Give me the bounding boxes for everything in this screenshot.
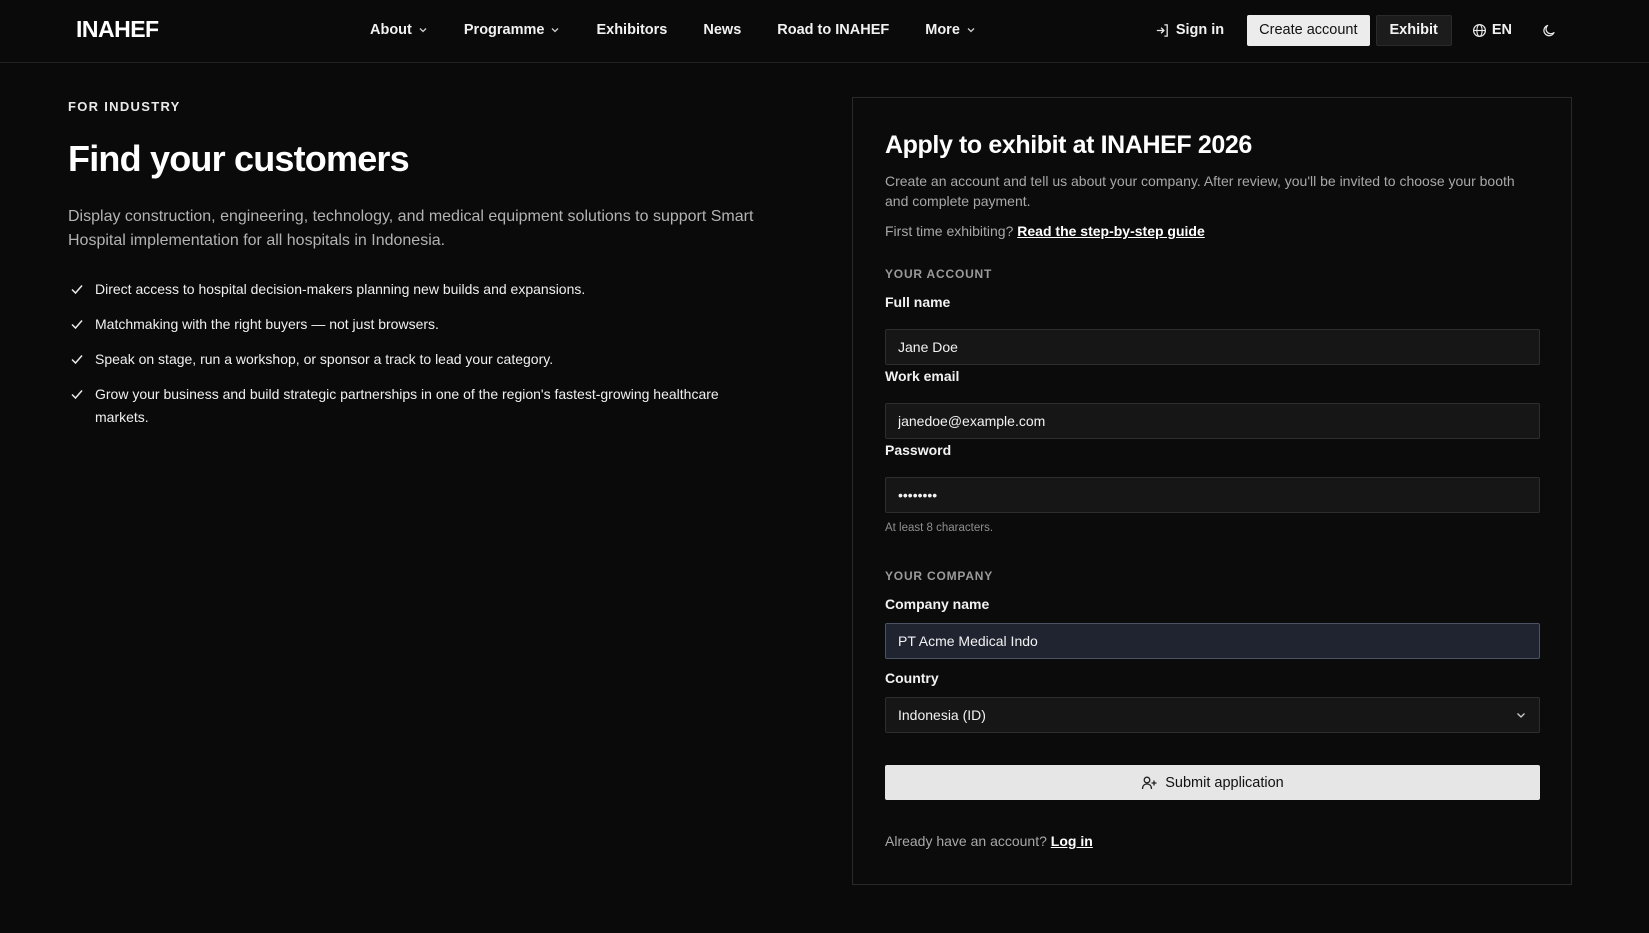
nav-item-about[interactable]: About [352, 0, 446, 60]
sign-in-link[interactable]: Sign in [1155, 22, 1224, 38]
full-name-label: Full name [885, 294, 951, 310]
benefit-text: Grow your business and build strategic p… [95, 386, 719, 425]
list-item: Matchmaking with the right buyers — not … [68, 313, 758, 336]
site-logo[interactable]: INAHEF [76, 16, 159, 43]
globe-icon [1472, 23, 1486, 37]
submit-label: Submit application [1165, 774, 1284, 791]
guide-prompt: First time exhibiting? Read the step-by-… [885, 223, 1205, 239]
login-prefix: Already have an account? [885, 833, 1047, 849]
check-icon [71, 355, 83, 365]
exhibit-application-card: Apply to exhibit at INAHEF 2026 Create a… [852, 97, 1572, 885]
language-switcher[interactable]: EN [1472, 22, 1512, 38]
step-by-step-guide-link[interactable]: Read the step-by-step guide [1017, 223, 1204, 239]
nav-item-programme[interactable]: Programme [446, 0, 579, 60]
benefits-list: Direct access to hospital decision-maker… [68, 278, 758, 441]
company-section-label: YOUR COMPANY [885, 569, 994, 583]
log-in-link[interactable]: Log in [1051, 833, 1093, 849]
section-eyebrow: FOR INDUSTRY [68, 99, 181, 114]
nav-item-label: Programme [463, 22, 545, 38]
sign-in-icon [1156, 23, 1168, 37]
password-hint: At least 8 characters. [885, 522, 994, 534]
nav-item-label: News [703, 22, 742, 38]
exhibit-button[interactable]: Exhibit [1375, 14, 1452, 46]
password-input[interactable] [885, 477, 1540, 513]
full-name-input[interactable] [885, 329, 1540, 365]
country-selected-value: Indonesia (ID) [898, 707, 986, 723]
chevron-down-icon [967, 28, 975, 33]
page-title: Find your customers [68, 138, 410, 179]
moon-icon [1543, 24, 1555, 36]
create-account-button[interactable]: Create account [1247, 14, 1370, 46]
work-email-input[interactable] [885, 403, 1540, 439]
check-icon [71, 390, 83, 400]
login-prompt: Already have an account? Log in [885, 833, 1093, 849]
language-label: EN [1491, 22, 1512, 38]
chevron-down-icon [1517, 713, 1525, 718]
company-name-label: Company name [885, 596, 990, 612]
password-label: Password [885, 442, 952, 458]
list-item: Direct access to hospital decision-maker… [68, 278, 758, 301]
sign-in-label: Sign in [1175, 22, 1225, 38]
list-item: Speak on stage, run a workshop, or spons… [68, 348, 758, 371]
chevron-down-icon [419, 28, 427, 33]
guide-prefix: First time exhibiting? [885, 223, 1014, 239]
country-select[interactable]: Indonesia (ID) [885, 697, 1540, 733]
header-actions: Sign in Create account Exhibit EN [1155, 0, 1649, 60]
benefit-text: Matchmaking with the right buyers — not … [95, 316, 439, 332]
nav-item-label: Exhibitors [596, 22, 668, 38]
benefit-text: Speak on stage, run a workshop, or spons… [95, 351, 554, 367]
user-plus-icon [1142, 776, 1157, 789]
nav-item-label: Road to INAHEF [777, 22, 890, 38]
check-icon [71, 320, 83, 330]
check-icon [71, 285, 83, 295]
intro-paragraph: Display construction, engineering, techn… [68, 208, 754, 249]
submit-application-button[interactable]: Submit application [885, 765, 1540, 800]
form-title: Apply to exhibit at INAHEF 2026 [885, 131, 1252, 159]
nav-item-more[interactable]: More [907, 0, 994, 60]
work-email-label: Work email [885, 368, 960, 384]
nav-item-news[interactable]: News [685, 0, 759, 60]
nav-item-exhibitors[interactable]: Exhibitors [578, 0, 685, 60]
form-description: Create an account and tell us about your… [885, 173, 1515, 209]
top-navigation-bar: INAHEF About Programme Exhibitors News R… [0, 0, 1649, 63]
nav-item-label: More [925, 22, 960, 38]
nav-item-road-to-inahef[interactable]: Road to INAHEF [759, 0, 907, 60]
nav-item-label: About [370, 22, 412, 38]
benefit-text: Direct access to hospital decision-maker… [95, 281, 586, 297]
country-label: Country [885, 670, 939, 686]
account-section-label: YOUR ACCOUNT [885, 267, 993, 281]
main-nav: About Programme Exhibitors News Road to … [352, 0, 994, 60]
company-name-input[interactable] [885, 623, 1540, 659]
chevron-down-icon [552, 28, 559, 33]
list-item: Grow your business and build strategic p… [68, 383, 758, 429]
theme-toggle-button[interactable] [1542, 23, 1557, 38]
